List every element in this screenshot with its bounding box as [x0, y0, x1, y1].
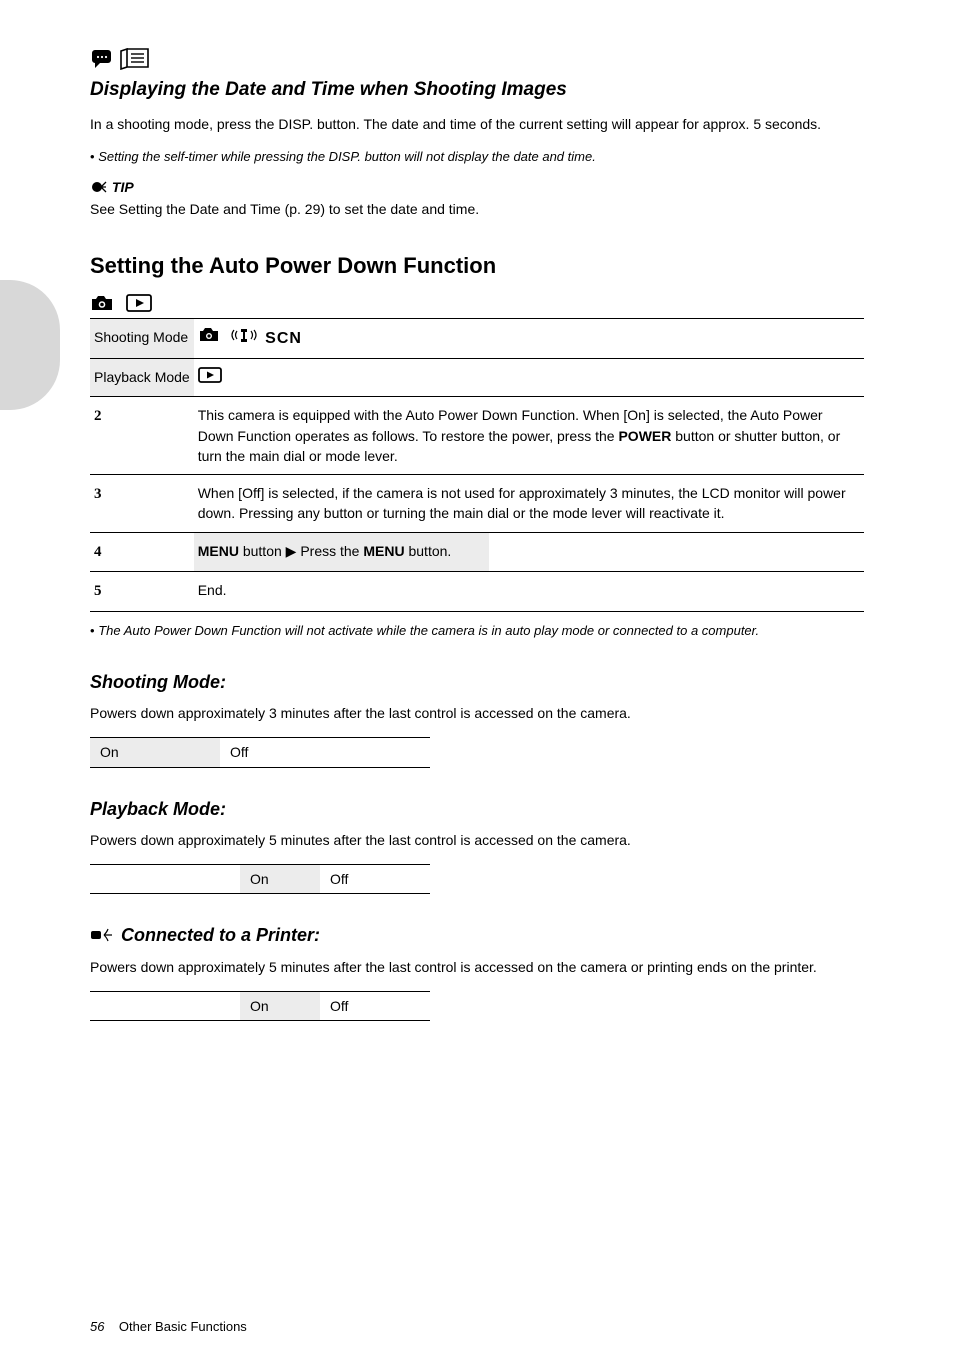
note-2-text: The Auto Power Down Function will not ac… [98, 623, 759, 638]
playback-mode-heading: Playback Mode: [90, 796, 864, 822]
step-4-menu1: MENU [198, 543, 239, 559]
playback-mode-body: Powers down approximately 5 minutes afte… [90, 830, 864, 850]
step-2-power: POWER [618, 428, 671, 444]
menu-list-icon [120, 48, 150, 70]
bullet-icon: • [90, 149, 95, 164]
shooting-mode-body: Powers down approximately 3 minutes afte… [90, 703, 864, 723]
opt-off: Off [220, 738, 430, 767]
mode-row-shooting-icons: SCN [194, 318, 864, 358]
camera-icon [90, 294, 114, 312]
step-4-text: MENU button ▶ Press the MENU button. [194, 532, 864, 572]
step-2-num: 2 [94, 408, 102, 424]
connected-body: Powers down approximately 5 minutes afte… [90, 957, 864, 977]
steps-table: Shooting Mode SCN Playback Mode 2 This c… [90, 318, 864, 612]
speech-bubble-icon [90, 48, 116, 70]
step-4-t1: button [239, 543, 286, 559]
playback-icon [126, 294, 152, 312]
step-4-menu2: MENU [363, 543, 404, 559]
section1-body: In a shooting mode, press the DISP. butt… [90, 114, 864, 134]
mode-row-shooting-label: Shooting Mode [90, 318, 194, 358]
step-2-text: This camera is equipped with the Auto Po… [194, 397, 864, 475]
opt-off: Off [320, 865, 430, 894]
connected-heading: Connected to a Printer: [90, 922, 864, 948]
mode-row-shooting: Shooting Mode SCN [90, 318, 864, 358]
tip-label: TIP [112, 179, 134, 195]
mode-row-playback: Playback Mode [90, 358, 864, 396]
opt-on: On [240, 991, 320, 1020]
opt-blank [90, 991, 240, 1020]
opt-on: On [240, 865, 320, 894]
section1-title: Displaying the Date and Time when Shooti… [90, 76, 864, 104]
shooting-mode-heading: Shooting Mode: [90, 669, 864, 695]
step-row-2: 2 This camera is equipped with the Auto … [90, 397, 864, 475]
page-footer: 56 Other Basic Functions [90, 1318, 247, 1337]
step-4-num: 4 [94, 544, 102, 560]
side-tab [0, 280, 60, 410]
opt-on: On [90, 738, 220, 767]
step-5-text: End. [194, 572, 864, 612]
step-row-4: 4 MENU button ▶ Press the MENU button. [90, 532, 864, 572]
shooting-mode-options: On Off [90, 737, 430, 767]
footer-text: Other Basic Functions [119, 1319, 247, 1334]
step-5-num: 5 [94, 583, 102, 599]
playback-icon [198, 367, 222, 383]
print-signal-icon [90, 927, 116, 943]
section2-title: Setting the Auto Power Down Function [90, 250, 864, 282]
tip-icon [90, 179, 112, 195]
step-4-t2pre: Press the [296, 543, 363, 559]
mode-row-playback-label: Playback Mode [90, 358, 194, 396]
opt-on-label [90, 865, 240, 894]
header-icons [90, 48, 864, 70]
connected-heading-text: Connected to a Printer: [121, 925, 320, 945]
playback-mode-options: On Off [90, 864, 430, 894]
tip-row: TIP [90, 177, 864, 197]
step-3-text: When [Off] is selected, if the camera is… [194, 475, 864, 533]
section1-note: • Setting the self-timer while pressing … [90, 148, 864, 167]
shake-icon [231, 327, 257, 343]
arrow-right-icon: ▶ [286, 543, 297, 559]
opt-off: Off [320, 991, 430, 1020]
bullet-icon: • [90, 623, 95, 638]
step-row-3: 3 When [Off] is selected, if the camera … [90, 475, 864, 533]
tip-body: See Setting the Date and Time (p. 29) to… [90, 199, 864, 219]
mode-icon-row [90, 291, 864, 311]
step-row-5: 5 End. [90, 572, 864, 612]
step-4-t2post: button. [405, 543, 452, 559]
connected-options: On Off [90, 991, 430, 1021]
scn-text: SCN [265, 330, 302, 347]
section1-note-text: Setting the self-timer while pressing th… [98, 149, 596, 164]
page-number: 56 [90, 1319, 104, 1334]
note-2: • The Auto Power Down Function will not … [90, 622, 864, 641]
mode-row-playback-icons [194, 358, 864, 396]
camera-icon [198, 327, 220, 343]
step-3-num: 3 [94, 486, 102, 502]
